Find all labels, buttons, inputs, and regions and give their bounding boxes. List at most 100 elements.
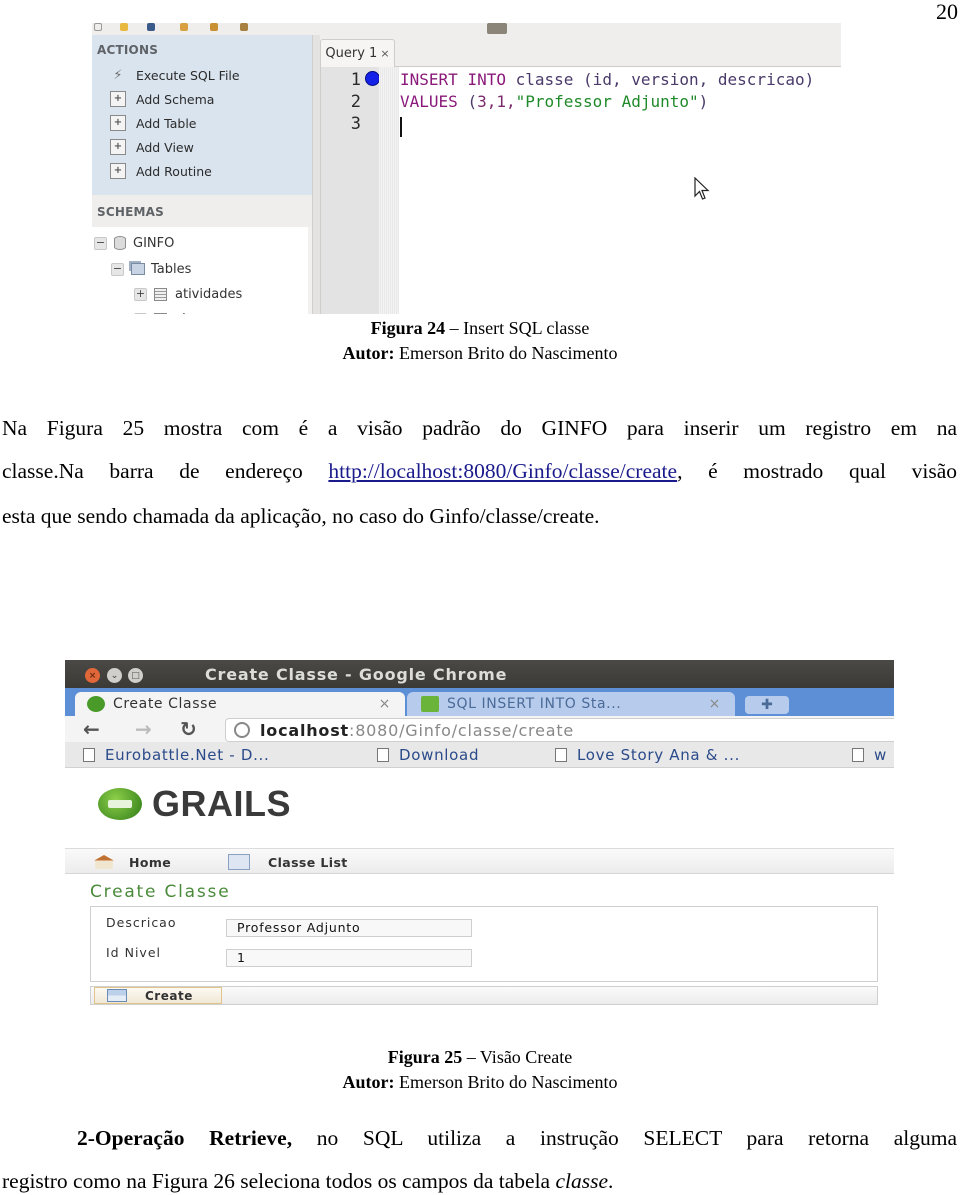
sql-columns: (id, version, descricao) bbox=[583, 70, 815, 89]
toolbar-icon[interactable] bbox=[210, 23, 218, 31]
action-label: Add View bbox=[136, 139, 194, 155]
toolbar-icon[interactable] bbox=[147, 23, 155, 31]
new-tab-button[interactable]: ✚ bbox=[745, 696, 789, 714]
line-number-gutter: 1 2 3 bbox=[321, 67, 380, 314]
tree-label: GINFO bbox=[133, 235, 175, 251]
sql-paren: ( bbox=[467, 92, 478, 111]
sql-paren: ) bbox=[698, 92, 709, 111]
author-label: Autor: bbox=[342, 1072, 395, 1092]
collapse-icon[interactable]: − bbox=[94, 236, 107, 250]
bookmark-item[interactable]: Love Story Ana & ... bbox=[555, 744, 740, 766]
action-add-view[interactable]: + Add View bbox=[110, 137, 194, 157]
descricao-input[interactable]: Professor Adjunto bbox=[226, 919, 472, 937]
code-line: VALUES (3,1,"Professor Adjunto") bbox=[400, 91, 708, 113]
address-path: :8080/Ginfo/classe/create bbox=[349, 720, 575, 740]
tab-label: Query 1 bbox=[325, 46, 378, 61]
create-form: Descricao Professor Adjunto Id Nivel 1 bbox=[90, 906, 878, 982]
tab-create-classe[interactable]: Create Classe × bbox=[75, 692, 405, 716]
tree-node-table[interactable]: + atividades bbox=[134, 284, 242, 304]
window-close-button[interactable]: × bbox=[85, 668, 100, 683]
table-icon bbox=[154, 312, 167, 314]
tab-query-1[interactable]: Query 1 × bbox=[320, 39, 395, 67]
tab-label: SQL INSERT INTO Sta... bbox=[447, 696, 622, 712]
paragraph-line: registro como na Figura 26 seleciona tod… bbox=[2, 1170, 957, 1192]
actions-title: ACTIONS bbox=[97, 43, 159, 57]
schemas-title: SCHEMAS bbox=[97, 205, 164, 219]
open-folder-icon[interactable] bbox=[120, 23, 128, 31]
sql-keyword: INTO bbox=[467, 70, 506, 89]
figure-title: – Visão Create bbox=[466, 1047, 573, 1067]
sql-numbers: 3,1, bbox=[477, 92, 516, 111]
create-button[interactable]: Create bbox=[94, 987, 222, 1004]
localhost-create-link[interactable]: http://localhost:8080/Ginfo/classe/creat… bbox=[328, 459, 677, 483]
action-execute-sql-file[interactable]: ⚡ Execute SQL File bbox=[110, 65, 239, 85]
bookmark-item[interactable]: Download bbox=[377, 744, 479, 766]
panel-splitter[interactable] bbox=[312, 35, 320, 314]
statement-marker-icon[interactable] bbox=[365, 71, 380, 86]
grails-favicon-icon bbox=[87, 696, 105, 712]
action-label: Add Routine bbox=[136, 163, 212, 179]
tab-sql-insert-into[interactable]: SQL INSERT INTO Sta... × bbox=[407, 692, 735, 716]
bookmark-label: Eurobattle.Net - D... bbox=[105, 746, 270, 764]
reload-icon[interactable]: ↻ bbox=[180, 716, 197, 742]
code-line: INSERT INTO classe (id, version, descric… bbox=[400, 69, 814, 91]
window-maximize-button[interactable]: □ bbox=[128, 668, 143, 683]
action-label: Add Schema bbox=[136, 91, 215, 107]
tree-node-table[interactable]: − classe bbox=[134, 309, 215, 314]
tab-label: Create Classe bbox=[113, 696, 218, 712]
close-icon[interactable]: × bbox=[380, 47, 389, 60]
toolbar-icon[interactable] bbox=[487, 23, 507, 34]
close-icon[interactable]: × bbox=[709, 696, 721, 712]
nav-label: Classe List bbox=[268, 854, 348, 870]
action-add-routine[interactable]: + Add Routine bbox=[110, 161, 212, 181]
mouse-pointer-icon bbox=[694, 177, 710, 200]
sql-identifier: classe bbox=[515, 70, 574, 89]
toolbar-icon[interactable] bbox=[94, 23, 102, 31]
figure-24-author: Autor: Emerson Brito do Nascimento bbox=[0, 342, 960, 364]
bookmark-item[interactable]: w bbox=[852, 744, 887, 766]
grails-logo[interactable]: GRAILS bbox=[98, 783, 291, 824]
tree-node-tables[interactable]: − Tables bbox=[111, 259, 191, 279]
bookmark-label: Love Story Ana & ... bbox=[577, 746, 741, 764]
figure-25-author: Autor: Emerson Brito do Nascimento bbox=[0, 1071, 960, 1093]
back-arrow-icon[interactable]: ← bbox=[83, 716, 100, 742]
page-icon bbox=[83, 748, 95, 762]
add-table-icon: + bbox=[110, 115, 126, 131]
paragraph-line: classe.Na barra de endereço http://local… bbox=[2, 460, 957, 482]
action-add-schema[interactable]: + Add Schema bbox=[110, 89, 214, 109]
save-icon bbox=[107, 989, 127, 1002]
nav-home[interactable]: Home bbox=[93, 853, 171, 871]
line-number: 2 bbox=[350, 92, 361, 112]
page-icon bbox=[555, 748, 567, 762]
id-nivel-input[interactable]: 1 bbox=[226, 949, 472, 967]
w3schools-favicon-icon bbox=[421, 696, 439, 712]
action-label: Add Table bbox=[136, 115, 197, 131]
forward-arrow-icon[interactable]: → bbox=[135, 716, 152, 742]
page-title: Create Classe bbox=[90, 882, 231, 902]
add-schema-icon: + bbox=[110, 91, 126, 107]
author-name: Emerson Brito do Nascimento bbox=[399, 343, 618, 363]
bookmark-label: w bbox=[874, 746, 887, 764]
figure-label: Figura 25 bbox=[387, 1047, 463, 1067]
line-number: 1 bbox=[350, 70, 361, 90]
toolbar-icon[interactable] bbox=[240, 23, 248, 31]
sql-editor[interactable]: 1 2 3 INSERT INTO classe (id, version, d… bbox=[320, 67, 841, 314]
bookmark-item[interactable]: Eurobattle.Net - D... bbox=[83, 744, 269, 766]
nav-classe-list[interactable]: Classe List bbox=[228, 853, 348, 871]
address-bar[interactable]: localhost:8080/Ginfo/classe/create bbox=[225, 718, 894, 742]
query-editor-area: Query 1 × 1 2 3 INSERT INTO classe (id, … bbox=[320, 35, 841, 314]
close-icon[interactable]: × bbox=[379, 696, 391, 712]
expand-icon[interactable]: + bbox=[134, 287, 147, 301]
tree-node-ginfo[interactable]: − GINFO bbox=[94, 233, 174, 253]
table-name: classe bbox=[555, 1169, 609, 1193]
toolbar-icon[interactable] bbox=[180, 23, 188, 31]
table-icon bbox=[154, 287, 167, 301]
workbench-sidebar: ACTIONS ⚡ Execute SQL File + Add Schema … bbox=[92, 35, 312, 314]
sql-keyword: INSERT bbox=[400, 70, 458, 89]
app-nav-bar: Home Classe List bbox=[65, 848, 894, 874]
action-add-table[interactable]: + Add Table bbox=[110, 113, 197, 133]
collapse-icon[interactable]: − bbox=[134, 312, 147, 314]
sql-string: "Professor Adjunto" bbox=[515, 92, 699, 111]
collapse-icon[interactable]: − bbox=[111, 262, 124, 276]
window-minimize-button[interactable]: ⌄ bbox=[107, 668, 122, 683]
